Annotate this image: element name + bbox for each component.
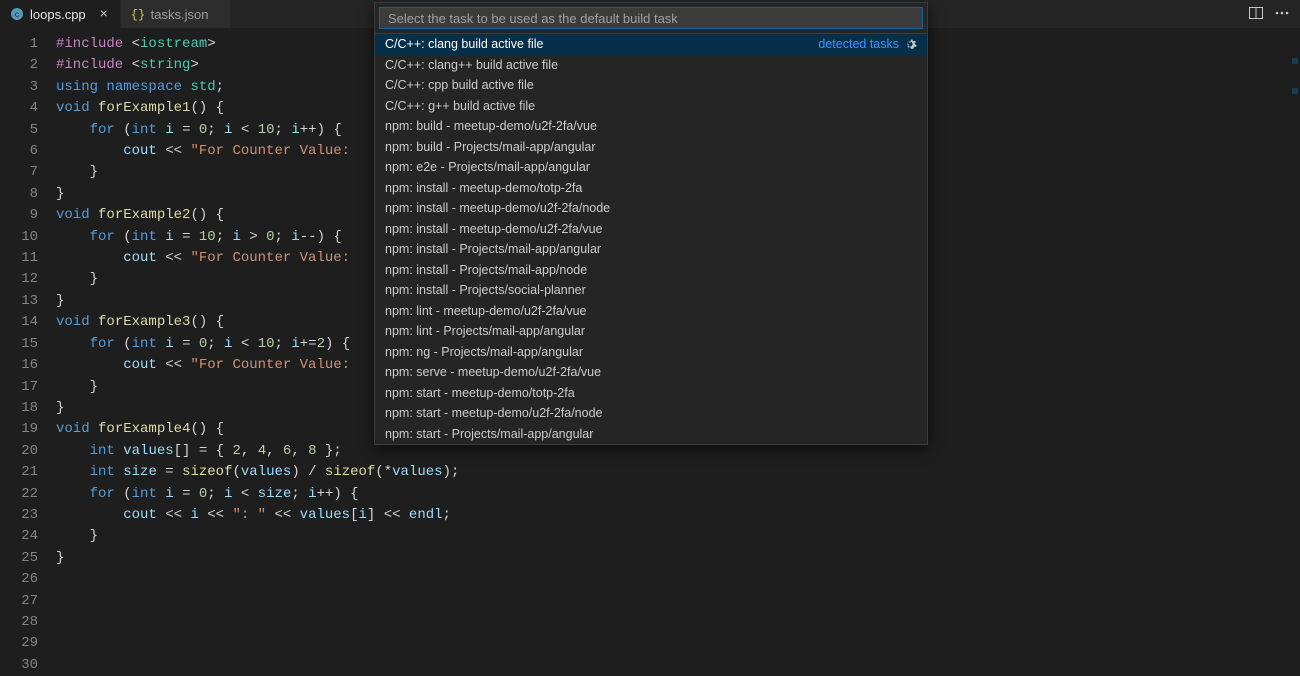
line-number: 12 xyxy=(0,269,38,290)
quickpick-item[interactable]: npm: start - Projects/mail-app/angular xyxy=(375,424,927,445)
line-number: 23 xyxy=(0,505,38,526)
quickpick-item[interactable]: C/C++: g++ build active file xyxy=(375,96,927,117)
quickpick-item-label: npm: install - meetup-demo/u2f-2fa/vue xyxy=(385,219,602,240)
line-number: 11 xyxy=(0,248,38,269)
line-number: 26 xyxy=(0,569,38,590)
line-number: 1 xyxy=(0,34,38,55)
task-quickpick: C/C++: clang build active file detected t… xyxy=(374,2,928,445)
quickpick-item[interactable]: npm: build - meetup-demo/u2f-2fa/vue xyxy=(375,116,927,137)
overview-ruler xyxy=(1290,28,1300,675)
quickpick-item-label: C/C++: cpp build active file xyxy=(385,75,534,96)
line-number: 10 xyxy=(0,227,38,248)
line-number: 5 xyxy=(0,120,38,141)
line-number: 4 xyxy=(0,98,38,119)
quickpick-item-label: npm: serve - meetup-demo/u2f-2fa/vue xyxy=(385,362,601,383)
line-number-gutter: 1234567891011121314151617181920212223242… xyxy=(0,28,56,675)
split-editor-icon[interactable] xyxy=(1248,5,1264,24)
quickpick-item-label: npm: lint - meetup-demo/u2f-2fa/vue xyxy=(385,301,587,322)
line-number: 2 xyxy=(0,55,38,76)
gear-icon[interactable] xyxy=(903,37,917,51)
line-number: 16 xyxy=(0,355,38,376)
quickpick-item-label: C/C++: clang++ build active file xyxy=(385,55,558,76)
quickpick-item[interactable]: C/C++: clang++ build active file xyxy=(375,55,927,76)
line-number: 3 xyxy=(0,77,38,98)
quickpick-item[interactable]: npm: lint - meetup-demo/u2f-2fa/vue xyxy=(375,301,927,322)
quickpick-item-label: npm: start - meetup-demo/u2f-2fa/node xyxy=(385,403,602,424)
svg-text:{}: {} xyxy=(131,8,145,21)
json-file-icon: {} xyxy=(131,7,145,21)
line-number: 17 xyxy=(0,377,38,398)
quickpick-item-label: npm: e2e - Projects/mail-app/angular xyxy=(385,157,590,178)
detected-tasks-badge[interactable]: detected tasks xyxy=(818,34,917,55)
line-number: 6 xyxy=(0,141,38,162)
quickpick-item[interactable]: npm: e2e - Projects/mail-app/angular xyxy=(375,157,927,178)
code-line[interactable]: cout << i << ": " << values[i] << endl; xyxy=(56,505,1300,526)
quickpick-item-label: npm: install - Projects/mail-app/node xyxy=(385,260,587,281)
line-number: 30 xyxy=(0,655,38,676)
svg-text:c: c xyxy=(15,11,20,20)
line-number: 21 xyxy=(0,462,38,483)
quickpick-item[interactable]: npm: lint - Projects/mail-app/angular xyxy=(375,321,927,342)
quickpick-list: C/C++: clang build active file detected t… xyxy=(375,34,927,444)
quickpick-item-label: npm: start - Projects/mail-app/angular xyxy=(385,424,593,445)
tab-label: loops.cpp xyxy=(30,7,86,22)
quickpick-item[interactable]: npm: install - Projects/mail-app/angular xyxy=(375,239,927,260)
quickpick-item[interactable]: npm: install - Projects/social-planner xyxy=(375,280,927,301)
line-number: 13 xyxy=(0,291,38,312)
quickpick-item[interactable]: npm: start - meetup-demo/totp-2fa xyxy=(375,383,927,404)
quickpick-item[interactable]: npm: install - Projects/mail-app/node xyxy=(375,260,927,281)
quickpick-item-label: C/C++: clang build active file xyxy=(385,34,543,55)
line-number: 15 xyxy=(0,334,38,355)
line-number: 18 xyxy=(0,398,38,419)
line-number: 24 xyxy=(0,526,38,547)
quickpick-item-label: C/C++: g++ build active file xyxy=(385,96,535,117)
quickpick-item[interactable]: C/C++: cpp build active file xyxy=(375,75,927,96)
quickpick-item[interactable]: npm: install - meetup-demo/u2f-2fa/vue xyxy=(375,219,927,240)
line-number: 29 xyxy=(0,633,38,654)
quickpick-input[interactable] xyxy=(379,7,923,29)
quickpick-item-label: npm: install - Projects/mail-app/angular xyxy=(385,239,601,260)
line-number: 7 xyxy=(0,162,38,183)
quickpick-item[interactable]: npm: install - meetup-demo/u2f-2fa/node xyxy=(375,198,927,219)
line-number: 25 xyxy=(0,548,38,569)
line-number: 27 xyxy=(0,591,38,612)
quickpick-item-label: npm: build - Projects/mail-app/angular xyxy=(385,137,596,158)
line-number: 9 xyxy=(0,205,38,226)
code-line[interactable]: } xyxy=(56,548,1300,569)
quickpick-item-label: npm: lint - Projects/mail-app/angular xyxy=(385,321,585,342)
quickpick-item[interactable]: C/C++: clang build active file detected t… xyxy=(375,34,927,55)
close-icon[interactable]: × xyxy=(96,6,112,22)
code-line[interactable]: int size = sizeof(values) / sizeof(*valu… xyxy=(56,462,1300,483)
tab-label: tasks.json xyxy=(151,7,209,22)
quickpick-item-label: npm: install - Projects/social-planner xyxy=(385,280,586,301)
quickpick-item[interactable]: npm: serve - meetup-demo/u2f-2fa/vue xyxy=(375,362,927,383)
quickpick-item[interactable]: npm: ng - Projects/mail-app/angular xyxy=(375,342,927,363)
line-number: 14 xyxy=(0,312,38,333)
quickpick-item-label: npm: install - meetup-demo/u2f-2fa/node xyxy=(385,198,610,219)
code-line[interactable]: } xyxy=(56,526,1300,547)
line-number: 8 xyxy=(0,184,38,205)
quickpick-item-label: npm: start - meetup-demo/totp-2fa xyxy=(385,383,575,404)
quickpick-item[interactable]: npm: start - meetup-demo/u2f-2fa/node xyxy=(375,403,927,424)
code-line[interactable]: for (int i = 0; i < size; i++) { xyxy=(56,484,1300,505)
tab-loops-cpp[interactable]: c loops.cpp × xyxy=(0,0,121,28)
line-number: 28 xyxy=(0,612,38,633)
quickpick-item-label: npm: install - meetup-demo/totp-2fa xyxy=(385,178,582,199)
line-number: 19 xyxy=(0,419,38,440)
tab-tasks-json[interactable]: {} tasks.json xyxy=(121,0,231,28)
quickpick-item-label: npm: build - meetup-demo/u2f-2fa/vue xyxy=(385,116,597,137)
line-number: 20 xyxy=(0,441,38,462)
quickpick-item-label: npm: ng - Projects/mail-app/angular xyxy=(385,342,583,363)
line-number: 22 xyxy=(0,484,38,505)
more-actions-icon[interactable] xyxy=(1274,5,1290,24)
cpp-file-icon: c xyxy=(10,7,24,21)
quickpick-item[interactable]: npm: build - Projects/mail-app/angular xyxy=(375,137,927,158)
quickpick-item[interactable]: npm: install - meetup-demo/totp-2fa xyxy=(375,178,927,199)
